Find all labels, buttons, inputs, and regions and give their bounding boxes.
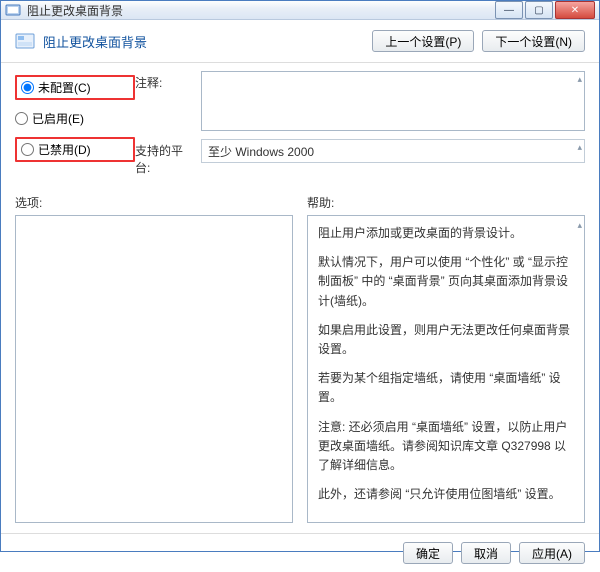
- help-p4: 若要为某个组指定墙纸，请使用 “桌面墙纸” 设置。: [318, 369, 574, 407]
- spin-icon[interactable]: ▴: [577, 218, 582, 232]
- body: 未配置(C) 已启用(E) 已禁用(D) 注释: ▴: [1, 63, 599, 533]
- window-title: 阻止更改桌面背景: [27, 2, 495, 19]
- app-icon: [5, 2, 21, 18]
- radio-not-configured-label: 未配置(C): [38, 79, 91, 96]
- platform-textbox: 至少 Windows 2000 ▴: [201, 139, 585, 163]
- policy-icon: [15, 31, 35, 51]
- note-label: 注释:: [135, 71, 195, 91]
- header: 阻止更改桌面背景 上一个设置(P) 下一个设置(N): [1, 20, 599, 63]
- radio-column: 未配置(C) 已启用(E) 已禁用(D): [15, 71, 135, 176]
- footer: 确定 取消 应用(A): [1, 533, 599, 572]
- spin-icon[interactable]: ▴: [577, 74, 582, 85]
- help-p1: 阻止用户添加或更改桌面的背景设计。: [318, 224, 574, 243]
- platform-value: 至少 Windows 2000: [208, 143, 314, 160]
- options-box[interactable]: [15, 215, 293, 523]
- titlebar: 阻止更改桌面背景 — ▢ ✕: [1, 1, 599, 20]
- help-p3: 如果启用此设置，则用户无法更改任何桌面背景设置。: [318, 321, 574, 359]
- help-p2: 默认情况下，用户可以使用 “个性化” 或 “显示控制面板” 中的 “桌面背景” …: [318, 253, 574, 311]
- help-p5: 注意: 还必须启用 “桌面墙纸” 设置，以防止用户更改桌面墙纸。请参阅知识库文章…: [318, 418, 574, 476]
- options-pane: 选项:: [15, 194, 293, 523]
- next-setting-button[interactable]: 下一个设置(N): [482, 30, 585, 52]
- ok-button[interactable]: 确定: [403, 542, 453, 564]
- note-textbox[interactable]: ▴: [201, 71, 585, 131]
- radio-enabled-label: 已启用(E): [32, 110, 84, 127]
- radio-not-configured[interactable]: 未配置(C): [15, 75, 135, 100]
- minimize-button[interactable]: —: [495, 1, 523, 19]
- policy-title: 阻止更改桌面背景: [43, 32, 372, 51]
- radio-enabled[interactable]: 已启用(E): [15, 110, 135, 127]
- platform-row: 支持的平台: 至少 Windows 2000 ▴: [135, 139, 585, 176]
- fields-column: 注释: ▴ 支持的平台: 至少 Windows 2000 ▴: [135, 71, 585, 176]
- help-pane: 帮助: ▴ 阻止用户添加或更改桌面的背景设计。 默认情况下，用户可以使用 “个性…: [307, 194, 585, 523]
- cancel-button[interactable]: 取消: [461, 542, 511, 564]
- radio-not-configured-input[interactable]: [21, 81, 34, 94]
- maximize-button[interactable]: ▢: [525, 1, 553, 19]
- help-header: 帮助:: [307, 194, 585, 211]
- note-row: 注释: ▴: [135, 71, 585, 131]
- nav-buttons: 上一个设置(P) 下一个设置(N): [372, 30, 585, 52]
- help-p6: 此外，还请参阅 “只允许使用位图墙纸” 设置。: [318, 485, 574, 504]
- top-row: 未配置(C) 已启用(E) 已禁用(D) 注释: ▴: [15, 71, 585, 176]
- platform-label: 支持的平台:: [135, 139, 195, 176]
- policy-editor-window: 阻止更改桌面背景 — ▢ ✕ 阻止更改桌面背景 上一个设置(P) 下一个设置(N…: [0, 0, 600, 552]
- panes: 选项: 帮助: ▴ 阻止用户添加或更改桌面的背景设计。 默认情况下，用户可以使用…: [15, 194, 585, 523]
- options-header: 选项:: [15, 194, 293, 211]
- help-box[interactable]: ▴ 阻止用户添加或更改桌面的背景设计。 默认情况下，用户可以使用 “个性化” 或…: [307, 215, 585, 523]
- radio-disabled-input[interactable]: [21, 143, 34, 156]
- apply-button[interactable]: 应用(A): [519, 542, 585, 564]
- spin-icon[interactable]: ▴: [577, 142, 582, 153]
- radio-disabled[interactable]: 已禁用(D): [15, 137, 135, 162]
- prev-setting-button[interactable]: 上一个设置(P): [372, 30, 474, 52]
- radio-enabled-input[interactable]: [15, 112, 28, 125]
- close-button[interactable]: ✕: [555, 1, 595, 19]
- window-buttons: — ▢ ✕: [495, 1, 595, 19]
- radio-disabled-label: 已禁用(D): [38, 141, 91, 158]
